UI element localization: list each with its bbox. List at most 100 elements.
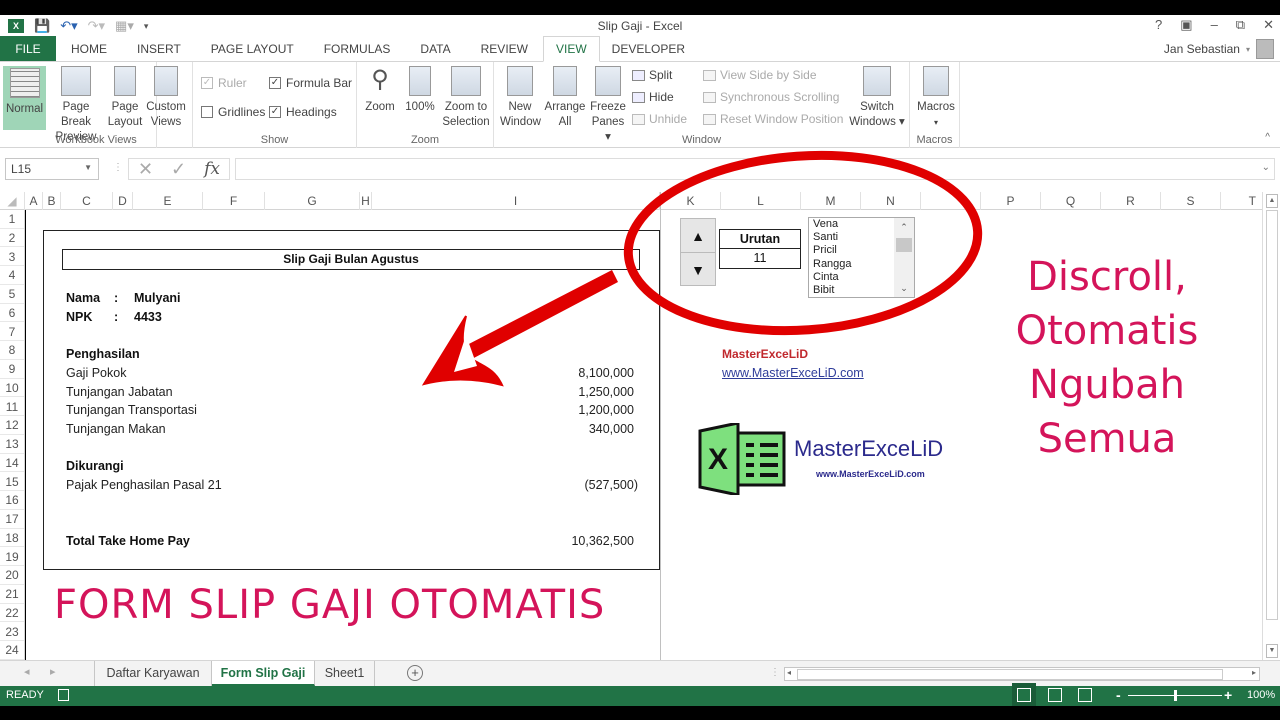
row-header[interactable]: 11 [0,398,24,417]
row-header[interactable]: 18 [0,529,24,548]
row-header[interactable]: 19 [0,548,24,567]
page-break-view-icon[interactable] [1078,688,1092,702]
column-header[interactable]: T [1221,192,1262,210]
column-header[interactable]: E [133,192,203,210]
row-header[interactable]: 16 [0,491,24,510]
row-header[interactable]: 12 [0,416,24,435]
tab-data[interactable]: DATA [405,36,465,61]
column-header[interactable]: C [61,192,113,210]
row-header[interactable]: 17 [0,510,24,529]
tab-split-grip[interactable]: ⋮ [770,667,780,678]
listbox-scrollbar[interactable]: ⌃ ⌄ [894,218,914,297]
synchronous-scrolling-button[interactable]: Synchronous Scrolling [703,90,839,104]
zoom-slider-knob[interactable] [1174,690,1177,701]
row-header[interactable]: 5 [0,285,24,304]
column-header[interactable]: R [1101,192,1161,210]
row-header[interactable]: 21 [0,585,24,604]
macros-button[interactable]: Macros ▾ [914,66,958,130]
column-header[interactable]: L [721,192,801,210]
column-header[interactable]: I [372,192,660,210]
row-header[interactable]: 4 [0,266,24,285]
horizontal-scrollbar[interactable]: ◂ ▸ [784,667,1260,681]
select-all-button[interactable]: ◢ [0,192,25,210]
cancel-icon[interactable]: ✕ [138,159,153,180]
close-icon[interactable]: ✕ [1263,17,1274,33]
scroll-down-icon[interactable]: ▼ [1266,644,1278,658]
expand-formula-bar-icon[interactable]: ⌄ [1262,162,1270,173]
normal-view-icon[interactable] [1012,683,1036,707]
zoom-slider[interactable] [1128,690,1222,701]
row-header[interactable]: 3 [0,248,24,267]
zoom-in-icon[interactable]: + [1224,687,1232,703]
split-button[interactable]: Split [632,68,672,82]
row-header[interactable]: 20 [0,566,24,585]
chevron-left-icon[interactable]: ◂ [24,665,30,678]
unhide-button[interactable]: Unhide [632,112,687,126]
redo-icon[interactable]: ↷▾ [88,18,105,34]
touch-mode-icon[interactable]: ▦▾ [115,18,134,34]
zoom-100-button[interactable]: 100% [402,66,438,115]
insert-function-icon[interactable]: fx [204,159,220,179]
minimize-icon[interactable]: – [1211,17,1218,33]
row-header[interactable]: 23 [0,623,24,642]
undo-icon[interactable]: ↶▾ [60,18,77,34]
row-header[interactable]: 10 [0,379,24,398]
vertical-scrollbar[interactable]: ▲ ▼ [1262,192,1280,662]
tab-file[interactable]: FILE [0,36,56,61]
spin-button[interactable]: ▲ ▼ [680,218,716,286]
tab-review[interactable]: REVIEW [466,36,543,61]
name-box[interactable]: L15 ▼ [5,158,99,180]
formula-bar-checkbox[interactable]: ✓ Formula Bar [269,76,352,90]
spin-up-icon[interactable]: ▲ [681,219,715,253]
column-header[interactable]: N [861,192,921,210]
column-header[interactable]: S [1161,192,1221,210]
enter-icon[interactable]: ✓ [171,159,186,180]
column-header[interactable] [921,192,981,210]
column-header[interactable]: H [360,192,372,210]
employee-listbox[interactable]: Vena Santi Pricil Rangga Cinta Bibit ⌃ ⌄ [808,217,915,298]
collapse-ribbon-icon[interactable]: ^ [1265,132,1270,143]
worksheet[interactable]: Slip Gaji Bulan Agustus Nama : Mulyani N… [26,210,1262,660]
tab-insert[interactable]: INSERT [122,36,196,61]
urutan-value[interactable]: 11 [720,249,800,267]
ruler-checkbox[interactable]: ✓ Ruler [201,76,247,90]
custom-views-button[interactable]: Custom Views [144,66,188,130]
formula-input[interactable]: ⌄ [235,158,1275,180]
column-header[interactable]: B [43,192,61,210]
row-header[interactable]: 1 [0,210,24,229]
restore-icon[interactable]: ⧉ [1236,17,1245,33]
column-header[interactable]: M [801,192,861,210]
zoom-button[interactable]: ⚲ Zoom [362,66,398,115]
view-side-by-side-button[interactable]: View Side by Side [703,68,817,82]
normal-view-button[interactable]: Normal [3,66,46,130]
row-header[interactable]: 2 [0,229,24,248]
column-header[interactable]: D [113,192,133,210]
row-header[interactable]: 13 [0,435,24,454]
tab-developer[interactable]: DEVELOPER [600,36,697,61]
column-header[interactable]: Q [1041,192,1101,210]
chevron-up-icon[interactable]: ⌃ [894,220,914,234]
tab-home[interactable]: HOME [56,36,122,61]
row-header[interactable]: 6 [0,304,24,323]
tab-page-layout[interactable]: PAGE LAYOUT [196,36,309,61]
customize-icon[interactable]: ▾ [144,21,149,32]
chevron-right-icon[interactable]: ▸ [50,665,56,678]
spin-down-icon[interactable]: ▼ [681,253,715,287]
add-sheet-icon[interactable]: + [407,665,423,681]
zoom-level[interactable]: 100% [1247,689,1275,701]
reset-window-position-button[interactable]: Reset Window Position [703,112,843,126]
scroll-left-icon[interactable]: ◂ [787,668,791,677]
switch-windows-button[interactable]: Switch Windows ▾ [846,66,908,130]
row-header[interactable]: 14 [0,454,24,473]
row-header[interactable]: 7 [0,323,24,342]
row-header[interactable]: 24 [0,641,24,660]
sheet-tab-form-slip-gaji[interactable]: Form Slip Gaji [212,661,315,686]
scroll-right-icon[interactable]: ▸ [1252,668,1256,677]
row-header[interactable]: 22 [0,604,24,623]
zoom-to-selection-button[interactable]: Zoom to Selection [440,66,492,130]
sheet-tab-sheet1[interactable]: Sheet1 [315,661,375,686]
column-header[interactable]: G [265,192,360,210]
arrange-all-button[interactable]: Arrange All [544,66,586,130]
row-header[interactable]: 15 [0,473,24,492]
user-account[interactable]: Jan Sebastian ▾ [1164,39,1274,59]
